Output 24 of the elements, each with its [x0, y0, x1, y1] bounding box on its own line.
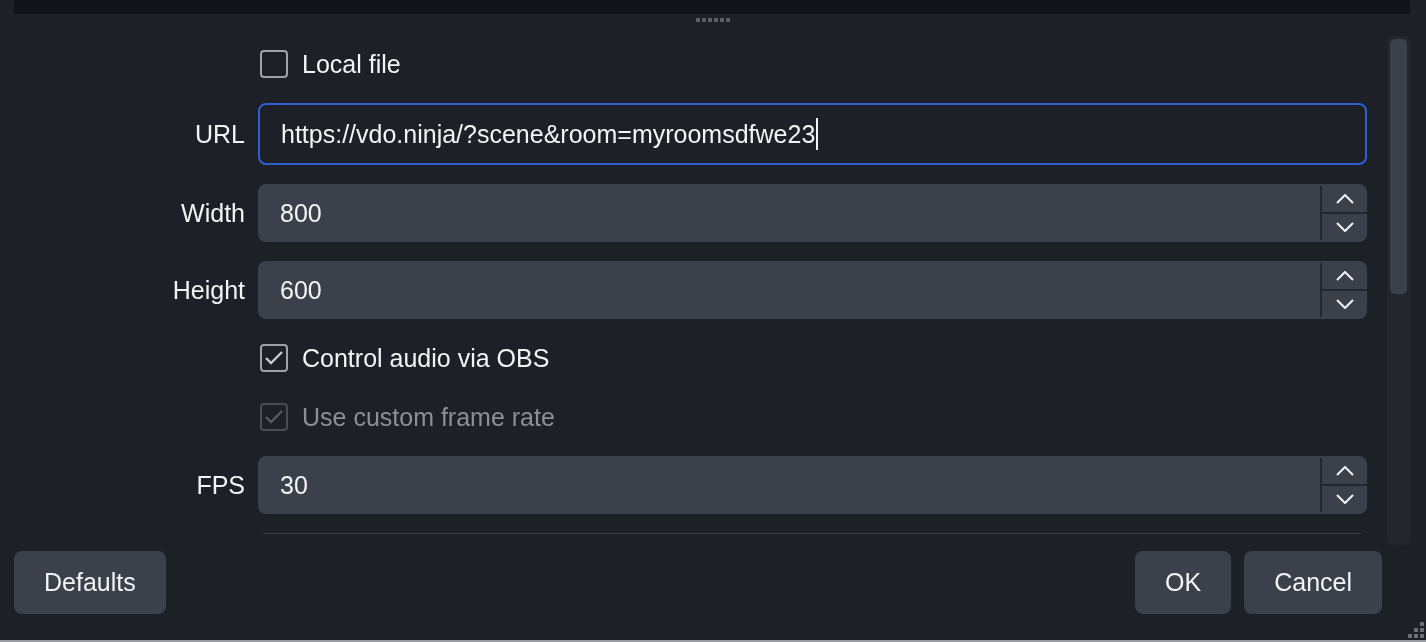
resize-grip-icon[interactable]: [1408, 622, 1424, 638]
url-field[interactable]: https://vdo.ninja/?scene&room=myroomsdfwe23: [258, 103, 1367, 165]
field-label: FPS: [196, 470, 245, 500]
chevron-up-icon: [1335, 194, 1354, 204]
dialog-button[interactable]: Cancel: [1244, 551, 1382, 614]
check-icon: [265, 351, 283, 365]
scrollbar[interactable]: [1387, 36, 1410, 545]
field-label: Height: [172, 275, 245, 305]
splitter-handle-icon[interactable]: [696, 17, 730, 22]
dialog-button[interactable]: OK: [1135, 551, 1232, 614]
spin-box[interactable]: 600: [258, 261, 1367, 319]
checkbox[interactable]: Local file: [258, 44, 401, 84]
chevron-up-icon: [1335, 466, 1354, 476]
spin-box[interactable]: 30: [258, 456, 1367, 514]
spin-box[interactable]: 800: [258, 184, 1367, 242]
checkbox[interactable]: Control audio via OBS: [258, 338, 550, 378]
chevron-up-icon: [1335, 271, 1354, 281]
chevron-down-icon: [1335, 494, 1354, 504]
field-label: Width: [181, 198, 245, 228]
chevron-down-icon: [1335, 222, 1354, 232]
chevron-down-icon: [1335, 299, 1354, 309]
dialog-button[interactable]: Defaults: [14, 551, 166, 614]
field-label: URL: [195, 119, 245, 149]
check-icon: [265, 410, 283, 424]
